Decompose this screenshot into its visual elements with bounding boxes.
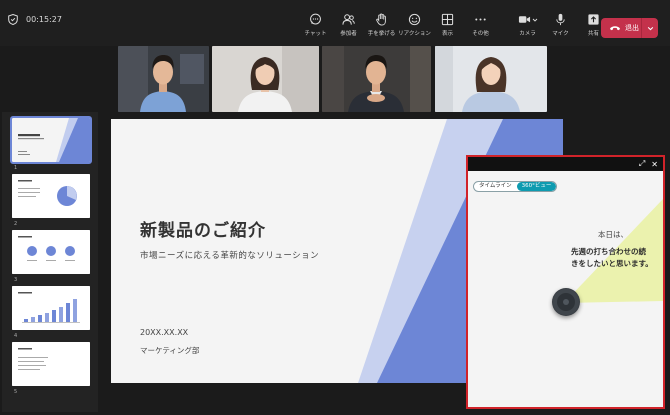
mic-label: マイク — [552, 31, 569, 37]
slide-thumbnail-4[interactable] — [12, 286, 90, 330]
slide-thumbnail-preview — [12, 342, 90, 386]
more-label: その他 — [472, 31, 489, 37]
phone-hangup-icon — [610, 26, 620, 31]
leave-main[interactable]: 退出 — [601, 18, 641, 38]
share-icon — [588, 14, 599, 25]
participant-video-4[interactable] — [435, 46, 547, 112]
grid-icon — [441, 13, 454, 26]
meeting-timer: 00:15:27 — [8, 14, 62, 25]
participant-video-2[interactable] — [212, 46, 319, 112]
caption-message: 先週の打ち合わせの続きをしたいと思います。 — [571, 247, 653, 268]
slide-number: 5 — [14, 389, 18, 395]
slide-thumbnail-5[interactable] — [12, 342, 90, 386]
people-label: 参加者 — [340, 31, 357, 37]
slide-subtitle: 市場ニーズに応える革新的なソリューション — [140, 251, 320, 261]
slide-number: 1 — [14, 165, 18, 171]
panel-titlebar[interactable]: ⤢ ✕ — [468, 157, 663, 171]
view-button[interactable]: 表示 — [431, 13, 464, 37]
leave-button[interactable]: 退出 — [601, 18, 658, 38]
people-icon — [342, 14, 355, 25]
raise-hand-label: 手を挙げる — [367, 31, 396, 37]
slide-thumbnail-panel: 1 2 3 4 5 — [2, 112, 98, 412]
slide-thumbnail-preview — [12, 174, 90, 218]
speaker-device-icon[interactable] — [552, 288, 580, 316]
chat-button[interactable]: チャット — [299, 13, 332, 37]
participant-video-1[interactable] — [118, 46, 209, 112]
chevron-down-icon — [647, 26, 653, 30]
toolbar-divider — [497, 13, 511, 37]
leave-options[interactable] — [642, 25, 658, 32]
participant-avatar — [212, 46, 319, 112]
meeting-toolbar: 00:15:27 チャット 参加者 手を挙げる リアクション 表示 その他 カメ… — [0, 0, 670, 46]
reactions-button[interactable]: リアクション — [398, 13, 431, 37]
expand-icon[interactable]: ⤢ — [639, 159, 645, 169]
mic-icon — [556, 13, 565, 26]
caption-greeting: 本日は、 — [598, 230, 628, 239]
slide-thumbnail-preview — [12, 230, 90, 274]
slide-date: 20XX.XX.XX — [140, 328, 189, 337]
participant-video-3[interactable] — [322, 46, 431, 112]
slide-number: 2 — [14, 221, 18, 227]
shield-icon — [8, 14, 18, 25]
close-icon[interactable]: ✕ — [651, 160, 658, 169]
participant-avatar — [322, 46, 431, 112]
camera-button[interactable]: カメラ — [511, 13, 544, 37]
slide-number: 4 — [14, 333, 18, 339]
slide-thumbnail-preview — [12, 286, 90, 330]
leave-label: 退出 — [625, 24, 639, 32]
participant-avatar — [118, 46, 209, 112]
people-button[interactable]: 参加者 — [332, 13, 365, 37]
chat-icon — [310, 13, 321, 25]
reactions-label: リアクション — [398, 31, 431, 37]
camera-label: カメラ — [519, 31, 536, 37]
more-icon — [475, 18, 486, 21]
chevron-down-icon[interactable] — [532, 17, 538, 23]
slide-title: 新製品のご紹介 — [140, 221, 266, 241]
smiley-icon — [408, 13, 421, 26]
slide-thumbnail-3[interactable] — [12, 230, 90, 274]
chat-label: チャット — [304, 31, 327, 37]
camera-icon — [518, 16, 530, 23]
slide-number: 3 — [14, 277, 18, 283]
mic-button[interactable]: マイク — [544, 13, 577, 37]
share-label: 共有 — [587, 31, 599, 37]
caption-panel[interactable]: ⤢ ✕ タイムライン 360°ビュー 本日は、 先週の打ち合わせの続きをしたいと… — [466, 155, 665, 409]
more-button[interactable]: その他 — [464, 13, 497, 37]
participant-avatar — [435, 46, 547, 112]
slide-department: マーケティング部 — [140, 346, 200, 355]
slide-thumbnail-2[interactable] — [12, 174, 90, 218]
raise-hand-button[interactable]: 手を挙げる — [365, 13, 398, 37]
hand-icon — [376, 13, 386, 26]
slide-thumbnail-1[interactable] — [10, 116, 92, 164]
slide-thumbnail-preview — [12, 118, 90, 162]
view-label: 表示 — [441, 31, 453, 37]
timer-text: 00:15:27 — [26, 15, 62, 24]
